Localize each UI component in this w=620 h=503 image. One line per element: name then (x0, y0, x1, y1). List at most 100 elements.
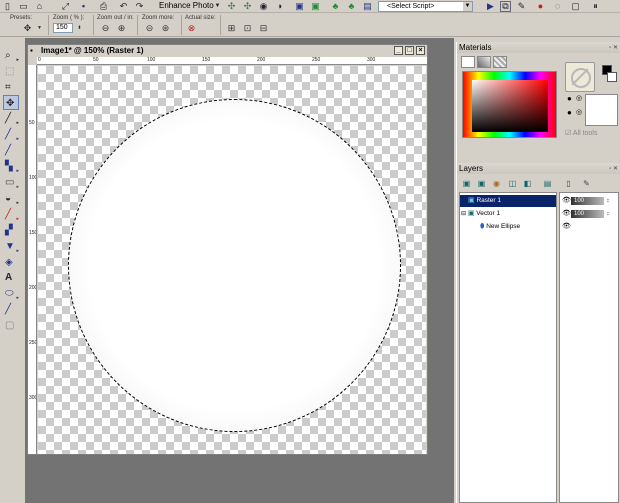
style-icon[interactable]: ● (567, 94, 572, 103)
portrait-icon[interactable]: ▣ (294, 1, 305, 12)
visibility-eye-icon[interactable]: 👁 (562, 208, 571, 220)
warp-tool-icon[interactable]: ▢ (3, 318, 19, 333)
one-step-fix-icon[interactable]: ✣ (226, 1, 237, 12)
fill-tool-icon[interactable]: ◒ ▸ (3, 191, 19, 206)
open-file-icon[interactable]: ▭ (18, 1, 29, 12)
stop-script-icon[interactable]: ◌ (552, 1, 563, 12)
ellipse-shape[interactable] (68, 99, 401, 432)
undo-icon[interactable]: ↶ (118, 1, 129, 12)
enhance-dropdown-icon[interactable]: ▼ (212, 1, 223, 12)
lock-icon[interactable]: ⦂ (607, 208, 609, 220)
new-vector-layer-icon[interactable]: ▣ (476, 178, 487, 189)
pause-script-icon[interactable]: ⏸ (590, 1, 601, 12)
run-script-icon[interactable]: ▶ (485, 1, 496, 12)
lighten-tool-icon[interactable]: ▚ ▸ (3, 159, 19, 174)
landscape-icon[interactable]: ▣ (310, 1, 321, 12)
crop-tool-icon[interactable]: ⌗ (3, 80, 19, 95)
texture-icon[interactable]: ◎ (576, 94, 582, 102)
move-tool-icon[interactable]: ✥ (3, 95, 19, 110)
fit-window-icon[interactable]: ⊞ (226, 23, 237, 34)
image-canvas[interactable] (38, 66, 426, 454)
transparent-icon[interactable] (565, 62, 595, 92)
new-raster-layer-icon[interactable]: ▣ (461, 178, 472, 189)
preset-dropdown-icon[interactable]: ▼ (34, 23, 45, 34)
rainbow-tab-icon[interactable] (477, 56, 491, 68)
eraser-tool-icon[interactable]: ▭ ▸ (3, 175, 19, 190)
image-window[interactable]: ▪ Image1* @ 150% (Raster 1) _ □ × 0 50 1… (27, 44, 428, 455)
move-preset-icon[interactable]: ✥ (22, 23, 33, 34)
collapse-icon[interactable]: ⊟ (461, 211, 466, 217)
fit-screen-icon[interactable]: ⊟ (258, 23, 269, 34)
close-icon[interactable]: × (416, 46, 425, 55)
selection-tool-icon[interactable]: ⬚ (3, 64, 19, 79)
visibility-eye-icon[interactable]: 👁 (562, 221, 571, 233)
minimize-icon[interactable]: _ (394, 46, 403, 55)
swatches-tab-icon[interactable] (493, 56, 507, 68)
lock-icon[interactable]: ⦂ (607, 195, 609, 207)
enhance-photo-menu[interactable]: Enhance Photo (159, 1, 214, 10)
image-window-titlebar[interactable]: ▪ Image1* @ 150% (Raster 1) _ □ × (28, 45, 427, 56)
color-spectrum[interactable] (462, 71, 557, 138)
save-icon[interactable]: ▪ (78, 1, 89, 12)
duplicate-layer-icon[interactable]: ▤ (542, 178, 553, 189)
actual-size-icon[interactable]: ⊗ (186, 23, 197, 34)
frame-tab-icon[interactable] (461, 56, 475, 68)
panel-close-icon[interactable]: ▫ ✕ (609, 43, 618, 54)
ruler-number: 0 (38, 57, 41, 63)
zoom-tool-icon[interactable]: ⌕ ▸ (3, 48, 19, 63)
opacity-slider[interactable]: 100 (571, 210, 604, 218)
layer-menu-icon[interactable]: ✎ (581, 178, 592, 189)
makeover-icon[interactable]: ◑ (274, 1, 285, 12)
zoom-more-in-icon[interactable]: ⊛ (160, 23, 171, 34)
picture-tube-icon[interactable]: ╱ ▸ (3, 207, 19, 222)
clone-tool-icon[interactable]: ╱ (3, 143, 19, 158)
layer-row-raster-1[interactable]: ▣ Raster 1 (460, 195, 556, 207)
all-tools-checkbox[interactable]: ☑ All tools (565, 129, 597, 137)
background-swatch[interactable] (607, 72, 617, 82)
browse-icon[interactable]: ⌂ (34, 1, 45, 12)
interactive-script-icon[interactable]: ⧉ (500, 1, 511, 12)
acquire-icon[interactable]: ⤢ (60, 1, 71, 12)
brush-tool-icon[interactable]: ╱ ▸ (3, 127, 19, 142)
palette-histogram-icon[interactable]: ▤ (362, 1, 373, 12)
pen-tool-icon[interactable]: ╱ (3, 302, 19, 317)
new-adjustment-layer-icon[interactable]: ◉ (491, 178, 502, 189)
style-icon[interactable]: ● (567, 108, 572, 117)
new-file-icon[interactable]: ▯ (2, 1, 13, 12)
script-select[interactable]: <Select Script> ▼ (378, 1, 473, 12)
layer-row-new-ellipse[interactable]: ⬮ New Ellipse (460, 221, 556, 233)
maximize-icon[interactable]: □ (405, 46, 414, 55)
background-material[interactable] (585, 94, 618, 126)
delete-layer-icon[interactable]: ▯ (563, 178, 574, 189)
zoom-input[interactable]: 150 (53, 23, 73, 33)
zoom-spin-icon[interactable]: ⬍ (74, 23, 85, 34)
visibility-eye-icon[interactable]: 👁 (562, 195, 571, 207)
save-script-icon[interactable]: ▢ (570, 1, 581, 12)
palette-layers-icon[interactable]: ♣ (330, 1, 341, 12)
smart-fix-icon[interactable]: ✣ (242, 1, 253, 12)
retouch-tool-icon[interactable]: ▞ (3, 223, 19, 238)
text-tool-icon[interactable]: A (3, 270, 19, 285)
red-eye-icon[interactable]: ◉ (258, 1, 269, 12)
flood-fill-icon[interactable]: ▼ ▸ (3, 239, 19, 254)
new-mask-icon[interactable]: ◫ (507, 178, 518, 189)
texture-icon[interactable]: ◎ (576, 108, 582, 116)
record-script-icon[interactable]: ● (535, 1, 546, 12)
gradient-tool-icon[interactable]: ◈ (3, 255, 19, 270)
zoom-in-icon[interactable]: ⊕ (116, 23, 127, 34)
layer-properties-icon[interactable]: ◧ (522, 178, 533, 189)
edit-script-icon[interactable]: ✎ (516, 1, 527, 12)
ellipse-tool-icon[interactable]: ⬭ ▸ (3, 286, 19, 301)
zoom-more-out-icon[interactable]: ⊝ (144, 23, 155, 34)
chevron-down-icon[interactable]: ▼ (463, 2, 472, 11)
layer-row-vector-1[interactable]: ⊟ ▣ Vector 1 (460, 208, 556, 220)
opacity-slider[interactable]: 100 (571, 197, 604, 205)
color-picker-field[interactable] (472, 80, 548, 132)
dropper-tool-icon[interactable]: ╱ ▸ (3, 111, 19, 126)
zoom-out-icon[interactable]: ⊖ (100, 23, 111, 34)
redo-icon[interactable]: ↷ (134, 1, 145, 12)
print-icon[interactable]: ⎙ (98, 1, 109, 12)
fit-image-icon[interactable]: ⊡ (242, 23, 253, 34)
panel-close-icon[interactable]: ▫ ✕ (609, 164, 618, 175)
palette-overview-icon[interactable]: ♣ (346, 1, 357, 12)
